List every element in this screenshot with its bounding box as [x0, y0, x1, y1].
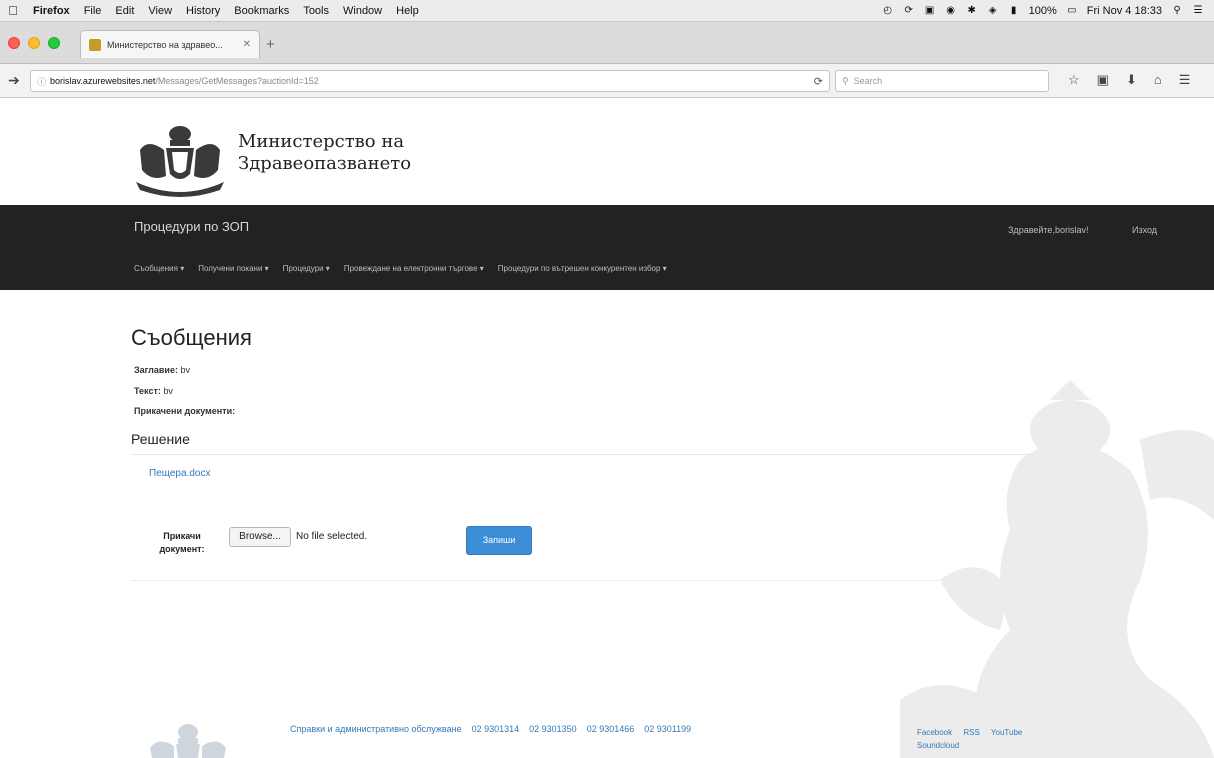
divider	[131, 454, 1031, 455]
bookmark-star-icon[interactable]: ☆	[1068, 72, 1080, 88]
battery-icon[interactable]: ▭	[1066, 5, 1078, 17]
footer-phone-3[interactable]: 02 9301466	[587, 724, 635, 734]
attach-document-label-line2: документ:	[159, 544, 205, 554]
menu-bookmarks[interactable]: Bookmarks	[227, 5, 296, 17]
message-text-label: Текст:	[134, 386, 161, 396]
menu-history[interactable]: History	[179, 5, 227, 17]
browser-tab-active[interactable]: Министерство на здравео... ✕	[80, 30, 260, 58]
menu-tools[interactable]: Tools	[296, 5, 336, 17]
tab-title: Министерство на здравео...	[107, 39, 223, 50]
menu-edit[interactable]: Edit	[108, 5, 141, 17]
facebook-link[interactable]: Facebook	[917, 728, 952, 737]
menu-app-name[interactable]: Firefox	[26, 5, 77, 17]
tab-close-icon[interactable]: ✕	[243, 39, 251, 50]
document-link[interactable]: Пещера.docx	[149, 468, 210, 479]
lion-watermark	[900, 380, 1214, 758]
soundcloud-link[interactable]: Soundcloud	[917, 741, 959, 750]
message-title-label: Заглавие:	[134, 365, 178, 375]
attached-documents-field: Прикачени документи:	[134, 406, 235, 416]
menu-view[interactable]: View	[141, 5, 179, 17]
reload-icon[interactable]: ⟳	[814, 75, 823, 88]
hamburger-menu-icon[interactable]: ☰	[1179, 72, 1191, 88]
ministry-name-line2: Здравеопазването	[238, 153, 412, 174]
menu-item-procedures[interactable]: Процедури ▾	[283, 264, 330, 273]
toolbar-icons: ☆ ▣ ⬇ ⌂ ☰	[1068, 72, 1190, 88]
flag-icon[interactable]: ▮	[1008, 5, 1020, 17]
youtube-link[interactable]: YouTube	[991, 728, 1022, 737]
browser-toolbar: ➔ ⓘ borislav.azurewebsites.net /Messages…	[0, 64, 1214, 98]
footer-phone-1[interactable]: 02 9301314	[472, 724, 520, 734]
window-minimize-button[interactable]	[28, 37, 40, 49]
footer-services-link[interactable]: Справки и административно обслужване	[290, 724, 462, 734]
back-arrow-icon[interactable]: ➔	[8, 72, 20, 89]
url-host: borislav.azurewebsites.net	[50, 76, 156, 86]
download-icon[interactable]: ⬇	[1126, 72, 1137, 88]
message-title-value: bv	[180, 365, 190, 375]
message-title-field: Заглавие: bv	[134, 365, 190, 375]
logout-link[interactable]: Изход	[1132, 225, 1157, 235]
navbar-brand[interactable]: Процедури по ЗОП	[134, 219, 249, 234]
coat-of-arms-logo[interactable]	[130, 120, 230, 198]
attach-document-label: Прикачи документ:	[147, 530, 217, 556]
ministry-name-line1: Министерство на	[238, 131, 405, 152]
macos-menu-bar:  Firefox File Edit View History Bookmar…	[0, 0, 1214, 22]
battery-percent[interactable]: 100%	[1029, 5, 1057, 17]
menu-item-e-auctions[interactable]: Провеждане на електронни търгове ▾	[344, 264, 484, 273]
rss-link[interactable]: RSS	[963, 728, 979, 737]
site-favicon-icon	[89, 38, 101, 51]
menu-help[interactable]: Help	[389, 5, 426, 17]
timer-icon[interactable]: ◴	[882, 5, 894, 17]
browse-file-button[interactable]: Browse...	[229, 527, 291, 547]
home-icon[interactable]: ⌂	[1154, 72, 1162, 88]
ministry-name[interactable]: Министерство на Здравеопазването	[238, 131, 411, 175]
message-text-value: bv	[163, 386, 173, 396]
site-info-icon[interactable]: ⓘ	[37, 75, 46, 88]
search-input[interactable]: ⚲ Search	[835, 70, 1049, 92]
window-close-button[interactable]	[8, 37, 20, 49]
window-zoom-button[interactable]	[48, 37, 60, 49]
file-status-text: No file selected.	[296, 531, 368, 542]
footer-social-links: Facebook RSS YouTube Soundcloud	[917, 726, 1031, 752]
spotlight-search-icon[interactable]: ⚲	[1171, 5, 1183, 17]
notification-center-icon[interactable]: ☰	[1192, 5, 1204, 17]
menu-window[interactable]: Window	[336, 5, 389, 17]
menu-file[interactable]: File	[77, 5, 109, 17]
apple-icon[interactable]: 	[0, 3, 26, 18]
site-navbar	[0, 205, 1214, 290]
reading-list-icon[interactable]: ▣	[1097, 72, 1109, 88]
menu-item-messages[interactable]: Съобщения ▾	[134, 264, 184, 273]
attach-document-label-line1: Прикачи	[163, 531, 201, 541]
browser-tab-bar: Министерство на здравео... ✕ +	[0, 22, 1214, 64]
bluetooth-icon[interactable]: ✱	[966, 5, 978, 17]
footer-phone-2[interactable]: 02 9301350	[529, 724, 577, 734]
wifi-icon[interactable]: ◈	[987, 5, 999, 17]
search-icon: ⚲	[842, 75, 849, 86]
user-greeting-link[interactable]: Здравейте,borislav!	[1008, 225, 1088, 235]
menubar-clock[interactable]: Fri Nov 4 18:33	[1087, 5, 1162, 17]
footer-coat-of-arms-logo	[150, 724, 226, 758]
menu-item-invitations[interactable]: Получени покани ▾	[198, 264, 268, 273]
search-placeholder: Search	[853, 76, 883, 86]
new-tab-button[interactable]: +	[266, 36, 275, 53]
menubar-status-area: ◴ ⟳ ▣ ◉ ✱ ◈ ▮ 100% ▭ Fri Nov 4 18:33 ⚲ ☰	[882, 5, 1214, 17]
divider	[131, 580, 1031, 581]
sync-icon[interactable]: ⟳	[903, 5, 915, 17]
attached-documents-label: Прикачени документи:	[134, 406, 236, 416]
site-menu: Съобщения ▾ Получени покани ▾ Процедури …	[134, 264, 667, 273]
menu-item-internal-selection[interactable]: Процедури по вътрешен конкурентен избор …	[498, 264, 667, 273]
save-button[interactable]: Запиши	[466, 526, 532, 555]
message-text-field: Текст: bv	[134, 386, 173, 396]
footer-contacts: Справки и административно обслужване 02 …	[290, 724, 691, 734]
decision-heading: Решение	[131, 431, 190, 447]
footer-phone-4[interactable]: 02 9301199	[644, 724, 691, 734]
page-title: Съобщения	[131, 325, 252, 350]
url-bar[interactable]: ⓘ borislav.azurewebsites.net /Messages/G…	[30, 70, 830, 92]
vpn-icon[interactable]: ◉	[945, 5, 957, 17]
dropbox-icon[interactable]: ▣	[924, 5, 936, 17]
url-path: /Messages/GetMessages?auctionId=152	[155, 76, 319, 86]
